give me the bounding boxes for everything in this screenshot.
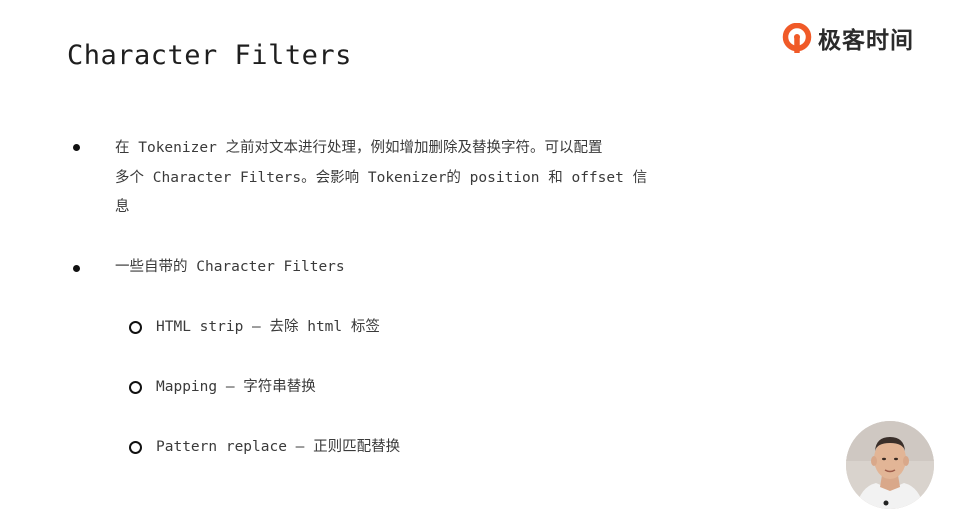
bullet-line: 息 <box>115 199 130 215</box>
bullet-paragraph: 一些自带的 Character Filters <box>115 253 345 283</box>
logo-text: 极客时间 <box>818 28 914 54</box>
bullet-line: 多个 Character Filters。会影响 Tokenizer的 posi… <box>115 169 648 186</box>
slide-title: Character Filters <box>67 40 352 71</box>
bullet-paragraph: 在 Tokenizer 之前对文本进行处理，例如增加删除及替换字符。可以配置 多… <box>115 134 647 223</box>
sub-item-mapping: Mapping – 字符串替换 <box>156 379 316 395</box>
bullet-dot-icon <box>73 144 80 151</box>
sub-item-html-strip: HTML strip – 去除 html 标签 <box>156 319 380 335</box>
geektime-logo-icon <box>782 23 812 53</box>
presenter-video <box>846 421 934 509</box>
slide: Character Filters 极客时间 在 Tokenizer 之前对文本… <box>0 0 957 523</box>
bullet-line: 在 Tokenizer 之前对文本进行处理，例如增加删除及替换字符。可以配置 <box>115 140 603 156</box>
bullet-dot-icon <box>73 265 80 272</box>
hollow-bullet-icon <box>129 381 142 394</box>
sub-item-pattern-replace: Pattern replace – 正则匹配替换 <box>156 439 401 455</box>
bullet-line: 一些自带的 Character Filters <box>115 259 345 275</box>
brand-logo: 极客时间 <box>782 20 914 56</box>
hollow-bullet-icon <box>129 441 142 454</box>
presenter-video-icon <box>846 421 934 509</box>
hollow-bullet-icon <box>129 321 142 334</box>
